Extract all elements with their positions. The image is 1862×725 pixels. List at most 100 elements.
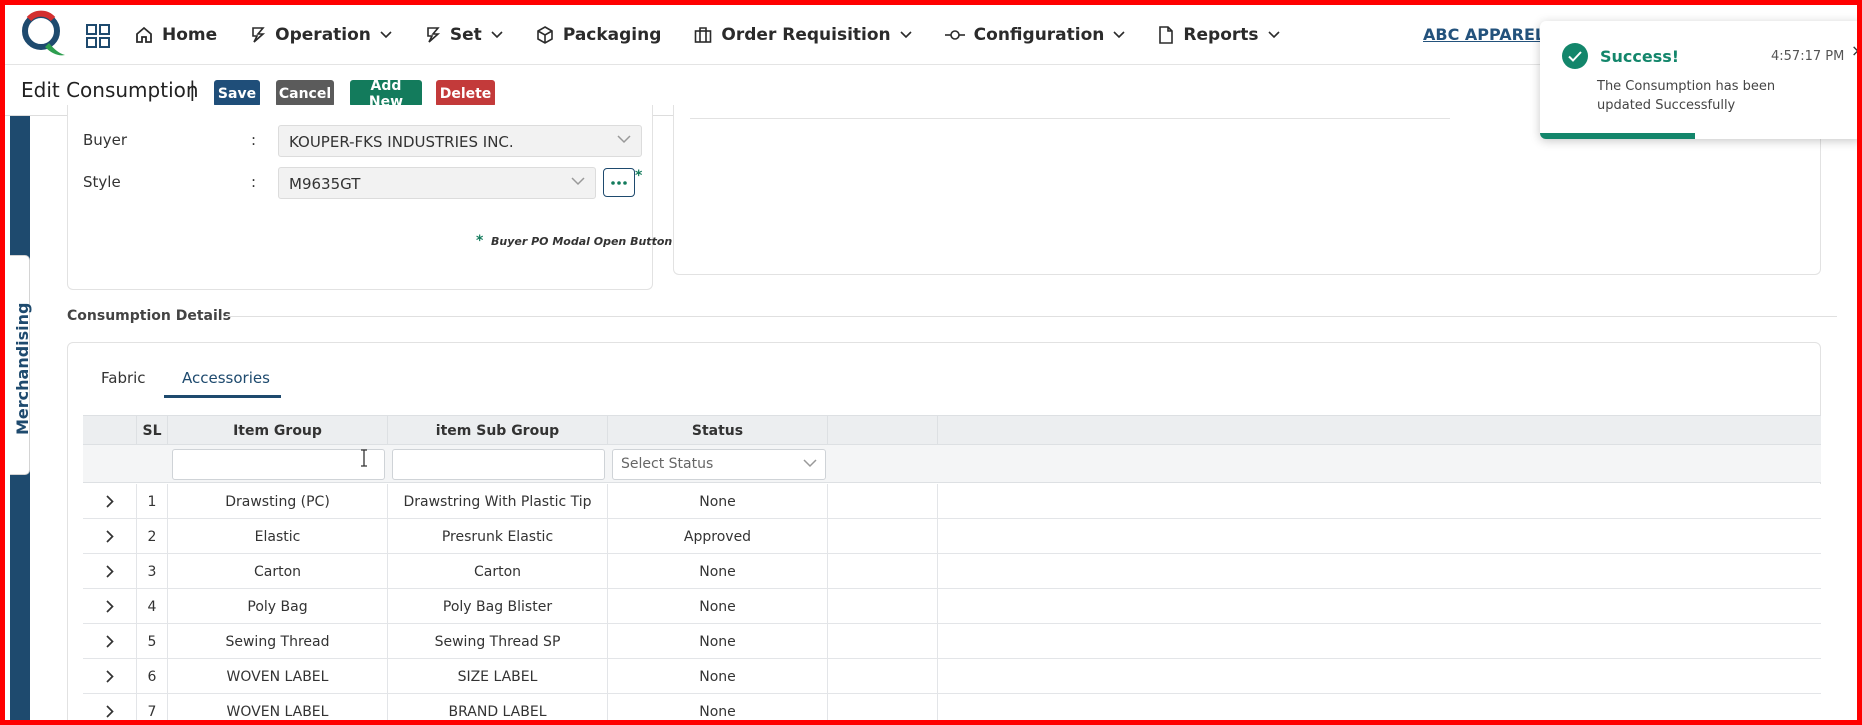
app-grid-icon[interactable] (85, 23, 111, 49)
text-cursor-icon (361, 449, 367, 467)
header-actions (828, 416, 938, 446)
chevron-down-icon (803, 459, 817, 468)
nav-reports-label: Reports (1183, 25, 1259, 45)
title-separator: | (189, 77, 196, 101)
row-expand-button[interactable] (83, 519, 137, 554)
delete-button[interactable]: Delete (436, 80, 495, 107)
nav-operation-label: Operation (275, 25, 371, 45)
chevron-right-icon (105, 530, 114, 543)
row-expand-button[interactable] (83, 659, 137, 694)
cell-item-group: Carton (168, 554, 388, 589)
nav-packaging-label: Packaging (562, 25, 662, 45)
table-row[interactable]: 7 WOVEN LABEL BRAND LABEL None (83, 694, 1821, 720)
toast-title: Success! (1600, 47, 1680, 66)
nav-order-requisition-label: Order Requisition (721, 25, 891, 45)
briefcase-icon (695, 27, 712, 43)
app-logo[interactable] (19, 9, 67, 59)
nav-configuration[interactable]: Configuration (944, 25, 1126, 45)
cell-item-sub-group: Presrunk Elastic (388, 519, 608, 554)
nav-packaging[interactable]: Packaging (536, 25, 662, 45)
cell-actions (828, 519, 938, 554)
style-select-value: M9635GT (289, 175, 361, 193)
header-item-sub-group[interactable]: item Sub Group (388, 416, 608, 446)
tab-fabric[interactable]: Fabric (101, 369, 146, 387)
buyer-po-table-header (690, 105, 1450, 119)
cancel-button[interactable]: Cancel (276, 80, 334, 107)
cell-sl: 7 (137, 694, 168, 720)
note-marker: * (476, 233, 484, 249)
cell-item-group: WOVEN LABEL (168, 694, 388, 720)
chevron-down-icon (900, 31, 912, 39)
config-icon (944, 30, 965, 40)
cell-actions (828, 589, 938, 624)
active-tab-indicator (164, 395, 281, 398)
buyer-select-value: KOUPER-FKS INDUSTRIES INC. (289, 133, 514, 151)
toast-time: 4:57:17 PM (1771, 49, 1845, 64)
nav-configuration-label: Configuration (973, 25, 1105, 45)
section-title: Consumption Details (67, 308, 231, 324)
required-marker: * (635, 168, 643, 184)
cell-actions (828, 694, 938, 720)
cell-sl: 5 (137, 624, 168, 659)
nav-home-label: Home (162, 25, 218, 45)
chevron-down-icon (1113, 31, 1125, 39)
header-item-group[interactable]: Item Group (168, 416, 388, 446)
status-filter-select[interactable]: Select Status (612, 449, 826, 480)
cell-status: Approved (608, 519, 828, 554)
table-row[interactable]: 2 Elastic Presrunk Elastic Approved (83, 519, 1821, 554)
company-name-link[interactable]: ABC APPARELS L (1423, 25, 1545, 44)
buyer-select[interactable]: KOUPER-FKS INDUSTRIES INC. (278, 125, 642, 157)
nav-set[interactable]: Set (425, 25, 503, 45)
sidebar-tab-label: Merchandising (13, 302, 32, 435)
toast-close-button[interactable]: × (1851, 41, 1857, 60)
row-expand-button[interactable] (83, 589, 137, 624)
status-filter-placeholder: Select Status (621, 456, 714, 472)
cell-item-sub-group: BRAND LABEL (388, 694, 608, 720)
check-circle-icon (1562, 43, 1588, 69)
nav-operation[interactable]: Operation (250, 25, 392, 45)
header-expander (83, 416, 137, 446)
row-expand-button[interactable] (83, 624, 137, 659)
row-expand-button[interactable] (83, 694, 137, 720)
item-group-filter-input[interactable] (172, 449, 385, 480)
buyer-label: Buyer (83, 131, 128, 149)
table-row[interactable]: 4 Poly Bag Poly Bag Blister None (83, 589, 1821, 624)
operation-icon (252, 27, 266, 43)
cell-item-sub-group: Sewing Thread SP (388, 624, 608, 659)
table-row[interactable]: 5 Sewing Thread Sewing Thread SP None (83, 624, 1821, 659)
row-expand-button[interactable] (83, 484, 137, 519)
cell-sl: 3 (137, 554, 168, 589)
add-new-button[interactable]: Add New (350, 78, 422, 110)
section-divider (225, 316, 1837, 317)
nav-home[interactable]: Home (135, 25, 217, 45)
buyer-po-note: Buyer PO Modal Open Button (491, 235, 673, 248)
page-title: Edit Consumption (21, 78, 199, 102)
tab-accessories[interactable]: Accessories (182, 369, 270, 387)
app-frame: Home Operation Set Packaging Order Requi… (0, 0, 1862, 725)
chevron-right-icon (105, 565, 114, 578)
header-sl[interactable]: SL (137, 416, 168, 446)
success-toast: Success! 4:57:17 PM × The Consumption ha… (1540, 21, 1857, 139)
save-button[interactable]: Save (214, 80, 260, 107)
chevron-down-icon (380, 31, 392, 39)
table-row[interactable]: 3 Carton Carton None (83, 554, 1821, 589)
chevron-down-icon (1267, 31, 1280, 39)
cell-actions (828, 484, 938, 519)
cell-sl: 4 (137, 589, 168, 624)
cell-item-sub-group: SIZE LABEL (388, 659, 608, 694)
style-label: Style (83, 173, 121, 191)
nav-reports[interactable]: Reports (1158, 25, 1280, 45)
nav-order-requisition[interactable]: Order Requisition (694, 25, 912, 45)
cell-status: None (608, 554, 828, 589)
package-icon (537, 26, 553, 44)
cell-sl: 6 (137, 659, 168, 694)
buyer-po-modal-button[interactable] (603, 168, 635, 197)
cell-item-group: Elastic (168, 519, 388, 554)
row-expand-button[interactable] (83, 554, 137, 589)
report-icon (1159, 26, 1174, 44)
table-row[interactable]: 1 Drawsting (PC) Drawstring With Plastic T… (83, 484, 1821, 519)
table-row[interactable]: 6 WOVEN LABEL SIZE LABEL None (83, 659, 1821, 694)
header-status[interactable]: Status (608, 416, 828, 446)
item-sub-group-filter-input[interactable] (392, 449, 605, 480)
style-select[interactable]: M9635GT (278, 167, 596, 199)
